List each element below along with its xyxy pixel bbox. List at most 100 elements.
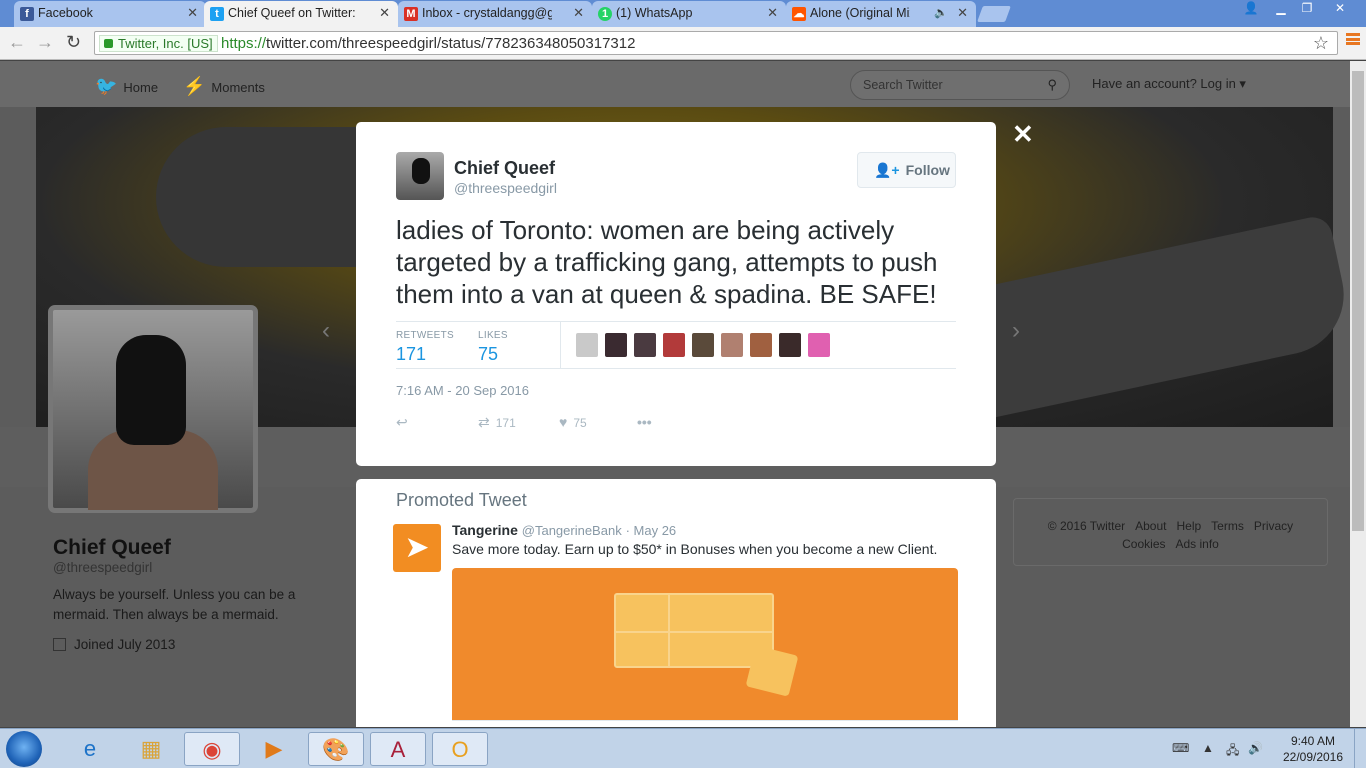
tweet-avatar[interactable] [396,152,444,200]
chrome-menu-icon[interactable] [1346,33,1360,45]
start-button[interactable] [6,731,42,767]
promoted-handle: @TangerineBank [521,523,622,538]
footer-terms-link[interactable]: Terms [1211,519,1244,533]
lightning-icon: ⚡ [183,76,206,96]
promoted-card-image[interactable] [452,568,958,720]
chevron-right-icon[interactable]: › [1012,317,1020,345]
ev-certificate-badge[interactable]: Twitter, Inc. [US] [99,35,218,52]
user-icon[interactable]: 👤 [1238,0,1264,18]
retweets-count: 171 [396,344,427,364]
access-icon[interactable]: A [370,732,426,766]
show-desktop-button[interactable] [1354,729,1366,768]
ie-icon[interactable]: e [62,732,118,766]
retweet-stat[interactable]: RETWEETS 171 [396,330,454,365]
url-scheme: https:// [221,35,267,52]
promoted-author[interactable]: Tangerine @TangerineBank · May 26 [452,522,676,538]
tweet-author-name[interactable]: Chief Queef [454,158,555,179]
liker-avatar[interactable] [750,333,772,357]
retweet-action-count: 171 [495,416,516,430]
footer-help-link[interactable]: Help [1176,519,1201,533]
liker-avatar[interactable] [663,333,685,357]
url-text[interactable]: https://twitter.com/threespeedgirl/statu… [221,35,635,52]
twitter-top-nav: 🐦 Home ⚡ Moments Search Twitter ⚲ Have an a… [0,61,1350,107]
close-icon[interactable]: ✕ [573,5,584,21]
likes-label: LIKES [478,330,508,341]
new-tab-button[interactable] [977,6,1011,22]
search-input[interactable]: Search Twitter ⚲ [850,70,1070,100]
close-icon[interactable]: ✕ [767,5,778,21]
browser-tab-strip: f Facebook ✕ t Chief Queef on Twitter: "… [0,0,1366,27]
footer-ads-info-link[interactable]: Ads info [1176,537,1219,551]
paint-icon[interactable]: 🎨 [308,732,364,766]
liker-avatar[interactable] [605,333,627,357]
close-modal-icon[interactable]: ✕ [1012,119,1034,150]
nav-home[interactable]: 🐦 Home [95,76,158,97]
network-icon[interactable]: 🖧 [1226,741,1239,762]
more-icon[interactable]: ••• [637,414,652,430]
tweet-permalink-modal: Chief Queef @threespeedgirl 👤+ Follow lad… [356,122,996,466]
liker-avatar[interactable] [692,333,714,357]
footer-privacy-link[interactable]: Privacy [1254,519,1293,533]
tray-expand-icon[interactable]: ▲ [1202,741,1214,755]
scrollbar-thumb[interactable] [1352,71,1364,531]
tab-soundcloud[interactable]: ☁ Alone (Original Mix) in 🔈 ✕ [786,1,976,27]
tab-facebook[interactable]: f Facebook ✕ [14,1,206,27]
likes-stat[interactable]: LIKES 75 [478,330,508,365]
minimize-button[interactable]: ▁ [1268,0,1294,18]
address-bar[interactable]: Twitter, Inc. [US] https://twitter.com/t… [94,31,1338,55]
close-icon[interactable]: ✕ [379,5,390,21]
tab-whatsapp[interactable]: 1 (1) WhatsApp ✕ [592,1,786,27]
tab-label: Inbox - crystaldangg@gm [422,6,552,20]
retweet-action[interactable]: ⇄ 171 [478,414,516,431]
explorer-icon[interactable]: ▦ [123,732,179,766]
url-path: twitter.com/threespeedgirl/status/778236… [266,35,636,52]
tweet-author-handle[interactable]: @threespeedgirl [454,180,557,196]
close-icon[interactable]: ✕ [187,5,198,21]
close-icon[interactable]: ✕ [957,5,968,21]
media-player-icon[interactable]: ▶ [246,732,302,766]
volume-icon[interactable]: 🔊 [1248,741,1263,755]
nav-moments[interactable]: ⚡ Moments [183,76,265,97]
like-action[interactable]: ♥ 75 [559,414,587,430]
keyboard-icon[interactable]: ⌨ [1172,741,1189,755]
facebook-icon: f [20,7,34,21]
footer-about-link[interactable]: About [1135,519,1166,533]
restore-button[interactable]: ❐ [1294,0,1320,18]
outlook-icon[interactable]: O [432,732,488,766]
bookmark-star-icon[interactable]: ☆ [1313,33,1329,54]
liker-avatar[interactable] [634,333,656,357]
tweet-stats: RETWEETS 171 LIKES 75 [396,321,956,369]
tab-twitter[interactable]: t Chief Queef on Twitter: "la ✕ [204,1,398,27]
footer-cookies-link[interactable]: Cookies [1122,537,1165,551]
lock-icon [104,39,113,48]
joined-text: Joined July 2013 [74,637,176,652]
page-scrollbar[interactable] [1350,61,1366,727]
liker-avatar[interactable] [808,333,830,357]
reply-icon[interactable]: ↩ [396,414,408,431]
promoted-tweet-panel: Promoted Tweet ➤ Tangerine @TangerineBan… [356,479,996,727]
nav-home-label: Home [123,80,159,95]
chevron-left-icon[interactable]: ‹ [322,317,330,345]
tab-gmail[interactable]: M Inbox - crystaldangg@gm ✕ [398,1,592,27]
profile-name[interactable]: Chief Queef [53,536,171,560]
back-button[interactable]: ← [8,32,26,53]
twitter-bird-icon: 🐦 [95,76,118,96]
follow-button[interactable]: 👤+ Follow [857,152,956,188]
tweet-timestamp[interactable]: 7:16 AM - 20 Sep 2016 [396,383,529,398]
forward-button[interactable]: → [36,32,54,53]
window-close-button[interactable]: ✕ [1324,0,1356,18]
login-link[interactable]: Have an account? Log in ▾ [1092,76,1246,92]
liker-avatar[interactable] [721,333,743,357]
system-clock[interactable]: 9:40 AM 22/09/2016 [1276,733,1350,765]
search-placeholder: Search Twitter [863,78,943,92]
profile-handle[interactable]: @threespeedgirl [53,560,152,575]
retweets-label: RETWEETS [396,330,454,341]
liker-avatar[interactable] [576,333,598,357]
liker-avatar[interactable] [779,333,801,357]
profile-avatar[interactable] [48,305,258,513]
chrome-icon[interactable]: ◉ [184,732,240,766]
reload-button[interactable]: ↻ [66,32,81,53]
tangerine-logo-icon[interactable]: ➤ [393,524,441,572]
avatar-mask-shape [116,335,186,445]
search-icon[interactable]: ⚲ [1047,77,1057,93]
